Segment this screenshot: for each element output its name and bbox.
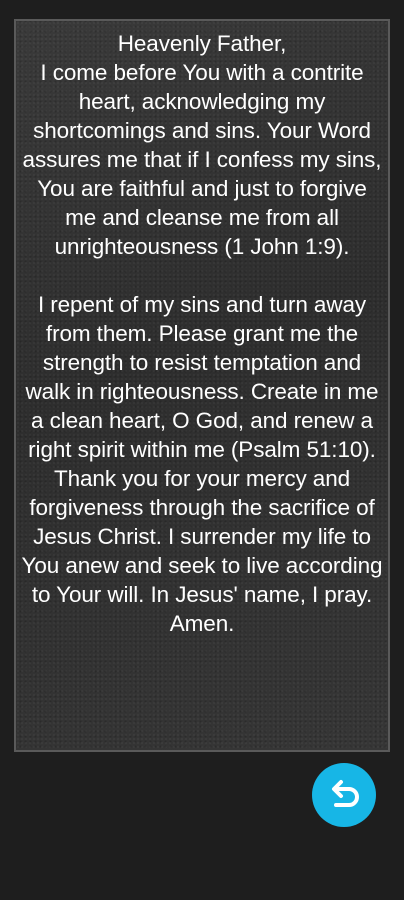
back-button[interactable] [312, 763, 376, 827]
prayer-card: Heavenly Father, I come before You with … [14, 19, 390, 752]
prayer-text: Heavenly Father, I come before You with … [21, 31, 383, 636]
return-arrow-icon [324, 775, 364, 815]
